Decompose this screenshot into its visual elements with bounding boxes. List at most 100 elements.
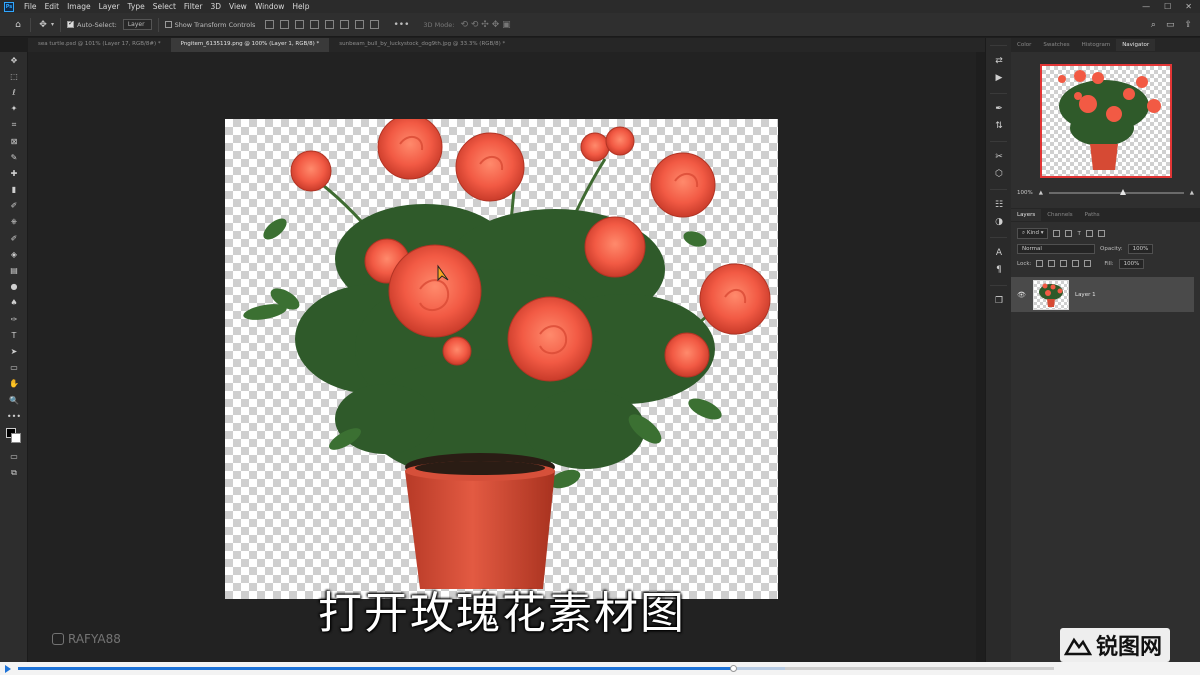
brush-settings-icon[interactable]: ✒ bbox=[986, 100, 1012, 117]
align-right-icon[interactable] bbox=[340, 20, 350, 29]
3d-icon[interactable]: ⬡ bbox=[986, 165, 1012, 182]
menu-type[interactable]: Type bbox=[124, 2, 149, 11]
play-icon[interactable] bbox=[5, 665, 11, 673]
styles-icon[interactable]: ◑ bbox=[986, 213, 1012, 230]
lock-artboard-icon[interactable] bbox=[1072, 260, 1080, 267]
menu-help[interactable]: Help bbox=[288, 2, 313, 11]
menu-edit[interactable]: Edit bbox=[41, 2, 64, 11]
crop-tool-icon[interactable]: ⌗ bbox=[0, 117, 28, 133]
menu-file[interactable]: File bbox=[20, 2, 41, 11]
pen-tool-icon[interactable]: ♠ bbox=[0, 295, 28, 311]
adjustments-icon[interactable]: ⇅ bbox=[986, 117, 1012, 134]
freeform-pen-icon[interactable]: ✑ bbox=[0, 311, 28, 327]
menu-image[interactable]: Image bbox=[63, 2, 95, 11]
properties-icon[interactable]: ☷ bbox=[986, 196, 1012, 213]
tools-presets-icon[interactable]: ✂ bbox=[986, 148, 1012, 165]
zoom-slider-thumb[interactable] bbox=[1120, 189, 1127, 195]
tab-channels[interactable]: Channels bbox=[1041, 209, 1078, 221]
home-icon[interactable]: ⌂ bbox=[12, 19, 24, 31]
menu-filter[interactable]: Filter bbox=[180, 2, 207, 11]
gradient-tool-icon[interactable]: ◈ bbox=[0, 246, 28, 262]
marquee-tool-icon[interactable]: ⬚ bbox=[0, 68, 28, 84]
paragraph-icon[interactable]: ¶ bbox=[986, 261, 1012, 278]
document-canvas[interactable] bbox=[225, 114, 778, 599]
video-progress-bar[interactable] bbox=[18, 665, 1054, 672]
lasso-tool-icon[interactable]: ℓ bbox=[0, 84, 28, 100]
tab-navigator[interactable]: Navigator bbox=[1116, 39, 1156, 51]
chevron-down-icon[interactable]: ▾ bbox=[51, 21, 54, 28]
magic-wand-icon[interactable]: ✦ bbox=[0, 101, 28, 117]
eye-icon[interactable]: 👁 bbox=[1017, 291, 1027, 299]
filter-smart-object-icon[interactable] bbox=[1097, 230, 1105, 237]
canvas-area[interactable]: 打开玫瑰花素材图 RAFYA88 bbox=[28, 52, 976, 662]
3d-orbit-icon[interactable]: ⟲ ⟲ ✣ ✥ ▣ bbox=[461, 20, 511, 30]
layer-name[interactable]: Layer 1 bbox=[1075, 292, 1096, 298]
maximize-icon[interactable]: ☐ bbox=[1164, 2, 1171, 11]
menu-3d[interactable]: 3D bbox=[206, 2, 225, 11]
color-swatches[interactable] bbox=[0, 424, 28, 448]
tab-swatches[interactable]: Swatches bbox=[1037, 39, 1075, 51]
background-color-swatch[interactable] bbox=[11, 433, 21, 444]
blend-mode-select[interactable]: Normal bbox=[1017, 243, 1095, 254]
screen-mode-icon[interactable]: ⧉ bbox=[0, 465, 28, 481]
fill-input[interactable]: 100% bbox=[1118, 258, 1145, 269]
frame-tool-icon[interactable]: ⊠ bbox=[0, 133, 28, 149]
lock-position-icon[interactable] bbox=[1060, 260, 1068, 267]
zoom-out-icon[interactable]: ▲ bbox=[1039, 190, 1043, 196]
distribute-vertical-icon[interactable] bbox=[370, 20, 380, 29]
menu-select[interactable]: Select bbox=[149, 2, 180, 11]
eraser-tool-icon[interactable]: ✐ bbox=[0, 230, 28, 246]
distribute-icon[interactable] bbox=[355, 20, 365, 29]
lock-transparent-icon[interactable] bbox=[1036, 260, 1044, 267]
layer-row[interactable]: 👁 Layer 1 bbox=[1011, 277, 1194, 312]
play-actions-icon[interactable]: ▶ bbox=[986, 69, 1012, 86]
zoom-in-icon[interactable]: ▲ bbox=[1190, 190, 1194, 196]
more-options-button[interactable]: ••• bbox=[393, 20, 409, 30]
tab-color[interactable]: Color bbox=[1011, 39, 1037, 51]
kind-filter-select[interactable]: ⌕ Kind ▾ bbox=[1017, 228, 1049, 239]
tab-histogram[interactable]: Histogram bbox=[1076, 39, 1117, 51]
filter-shape-icon[interactable] bbox=[1085, 230, 1093, 237]
brush-tool-icon[interactable]: ▮ bbox=[0, 182, 28, 198]
character-icon[interactable]: A bbox=[986, 244, 1012, 261]
lock-image-icon[interactable] bbox=[1048, 260, 1056, 267]
shape-tool-icon[interactable]: ▭ bbox=[0, 360, 28, 376]
eyedropper-icon[interactable]: ✎ bbox=[0, 149, 28, 165]
hand-tool-icon[interactable]: ✋ bbox=[0, 376, 28, 392]
type-tool-icon[interactable]: T bbox=[0, 327, 28, 343]
align-center-icon[interactable] bbox=[325, 20, 335, 29]
zoom-value[interactable]: 100% bbox=[1017, 190, 1033, 196]
share-icon[interactable]: ⇪ bbox=[1184, 20, 1192, 30]
edit-toolbar-icon[interactable]: ••• bbox=[0, 408, 28, 424]
close-icon[interactable]: ✕ bbox=[1185, 2, 1192, 11]
tab-sea-turtle[interactable]: sea turtle.psd @ 101% (Layer 17, RGB/8#)… bbox=[28, 38, 171, 52]
move-tool-icon[interactable]: ✥ bbox=[0, 52, 28, 68]
minimize-icon[interactable]: — bbox=[1142, 2, 1150, 11]
layer-comps-icon[interactable]: ❐ bbox=[986, 292, 1012, 309]
move-tool-icon[interactable]: ✥ bbox=[37, 19, 49, 31]
blur-tool-icon[interactable]: ▤ bbox=[0, 262, 28, 278]
align-middle-icon[interactable] bbox=[280, 20, 290, 29]
navigator-preview[interactable] bbox=[1039, 64, 1172, 178]
filter-adjustment-icon[interactable] bbox=[1065, 230, 1073, 237]
clone-stamp-icon[interactable]: ✐ bbox=[0, 198, 28, 214]
tab-pngitem[interactable]: Pngitem_6135119.png @ 100% (Layer 1, RGB… bbox=[170, 38, 330, 52]
progress-knob[interactable] bbox=[729, 665, 737, 672]
search-icon[interactable]: ⌕ bbox=[1151, 20, 1156, 30]
filter-type-icon[interactable]: T bbox=[1077, 231, 1080, 237]
dodge-tool-icon[interactable]: ● bbox=[0, 279, 28, 295]
menu-view[interactable]: View bbox=[225, 2, 251, 11]
zoom-slider[interactable] bbox=[1048, 189, 1184, 195]
lock-all-icon[interactable] bbox=[1084, 260, 1092, 267]
opacity-input[interactable]: 100% bbox=[1127, 243, 1154, 254]
tab-sunbeam-bull[interactable]: sunbeam_bull_by_luckystock_dog9th.jpg @ … bbox=[329, 38, 515, 52]
healing-brush-icon[interactable]: ✚ bbox=[0, 165, 28, 181]
zoom-tool-icon[interactable]: 🔍 bbox=[0, 392, 28, 408]
auto-select-target-select[interactable]: Layer bbox=[122, 19, 152, 30]
align-bottom-icon[interactable] bbox=[295, 20, 305, 29]
auto-select-checkbox[interactable] bbox=[67, 19, 75, 28]
filter-pixel-icon[interactable] bbox=[1053, 230, 1061, 237]
history-brush-icon[interactable]: ⎈ bbox=[0, 214, 28, 230]
align-left-icon[interactable] bbox=[310, 20, 320, 29]
workspace-icon[interactable]: ▭ bbox=[1166, 20, 1175, 30]
